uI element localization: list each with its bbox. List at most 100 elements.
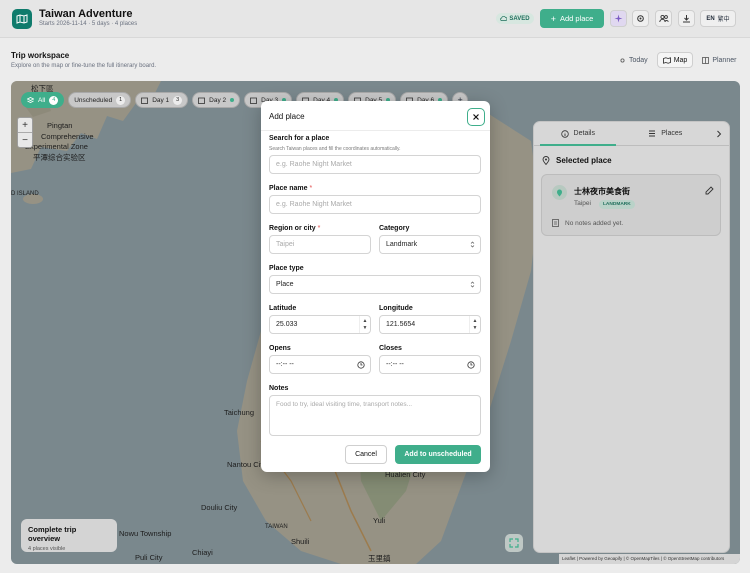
chip-label: Unscheduled — [74, 96, 113, 104]
overview-title: Complete trip overview — [28, 525, 77, 543]
map-label: Yuli — [373, 516, 386, 525]
place-city: Taipei — [574, 200, 591, 207]
tab-places-label: Places — [661, 130, 683, 137]
region-label: Region or city * — [269, 225, 320, 232]
chip-count: 1 — [116, 95, 126, 105]
layers-icon — [27, 96, 34, 103]
list-icon — [649, 130, 656, 137]
tab-planner-label: Planner — [712, 56, 737, 64]
sun-icon — [620, 57, 625, 63]
place-notes-text: No notes added yet. — [565, 219, 624, 227]
closes-label: Closes — [379, 345, 402, 352]
place-name-input[interactable]: e.g. Raohe Night Market — [269, 195, 481, 214]
closes-time-input[interactable]: --:-- -- — [379, 355, 481, 374]
cloud-icon — [500, 16, 508, 21]
chip-label: Day 2 — [209, 96, 227, 104]
add-place-label: Add place — [559, 14, 594, 23]
region-label-text: Region or city — [269, 225, 316, 232]
zoom-out-button[interactable]: − — [18, 133, 32, 148]
place-name-label: Place name * — [269, 185, 312, 192]
place-pin-icon — [552, 185, 567, 200]
chip-dot — [230, 98, 235, 102]
search-label: Search for a place — [269, 135, 330, 142]
download-icon — [683, 15, 690, 23]
map-label: 平潭综合实验区 — [33, 153, 86, 162]
trip-title: Taiwan Adventure — [39, 8, 133, 20]
note-icon — [552, 219, 559, 227]
close-icon — [473, 114, 479, 120]
map-attribution: Leaflet | Powered by Geoapify | © OpenMa… — [559, 554, 740, 564]
close-dialog-button[interactable] — [467, 108, 485, 126]
zoom-in-button[interactable]: + — [18, 118, 32, 133]
search-hint: Search Taiwan places and fill the coordi… — [269, 146, 401, 152]
chip-day-1[interactable]: Day 1 3 — [135, 92, 189, 108]
search-input[interactable]: e.g. Raohe Night Market — [269, 155, 481, 174]
chip-count: 4 — [49, 95, 59, 105]
clock-icon[interactable] — [357, 356, 365, 373]
place-name: 士林夜市美食街 — [574, 187, 630, 196]
trip-overview-card[interactable]: Complete trip overview 4 places visible — [21, 519, 117, 552]
calendar-icon — [198, 97, 206, 104]
place-type-select[interactable]: Place — [269, 275, 481, 294]
pin-icon — [542, 156, 550, 165]
notes-label: Notes — [269, 385, 289, 392]
tab-places[interactable]: Places — [622, 122, 710, 145]
select-arrows-icon — [470, 276, 475, 293]
latitude-input[interactable]: 25.033 ▲ ▼ — [269, 315, 371, 334]
info-icon — [560, 129, 569, 138]
edit-icon — [705, 186, 714, 195]
map-label: Douliu City — [201, 503, 238, 512]
tab-map[interactable]: Map — [656, 52, 694, 68]
add-to-unscheduled-button[interactable]: Add to unscheduled — [395, 445, 481, 464]
tab-today-label: Today — [629, 56, 648, 64]
step-down-icon: ▼ — [362, 325, 368, 331]
fit-bounds-button[interactable] — [505, 534, 523, 552]
saved-label: SAVED — [509, 15, 530, 22]
collapse-panel-button[interactable] — [709, 122, 729, 145]
place-name-label-text: Place name — [269, 185, 308, 192]
view-tabs: Today Map Planner — [614, 52, 741, 68]
chip-unscheduled[interactable]: Unscheduled 1 — [68, 92, 132, 108]
longitude-label: Longitude — [379, 305, 413, 312]
cancel-button[interactable]: Cancel — [345, 445, 387, 464]
tab-map-label: Map — [673, 56, 688, 64]
chip-day-2[interactable]: Day 2 — [192, 92, 241, 108]
overview-subtitle: 4 places visible — [28, 546, 66, 552]
language-toggle[interactable]: EN 繁中 — [700, 10, 736, 27]
category-select[interactable]: Landmark — [379, 235, 481, 254]
edit-place-button[interactable] — [705, 186, 714, 198]
latitude-stepper[interactable]: ▲ ▼ — [359, 316, 370, 333]
board-icon — [702, 56, 710, 64]
opens-time-input[interactable]: --:-- -- — [269, 355, 371, 374]
add-place-button[interactable]: + Add place — [540, 9, 604, 28]
chip-count: 3 — [173, 95, 183, 105]
dialog-title: Add place — [269, 112, 305, 121]
map-label: Nowu Township — [119, 529, 172, 538]
closes-time-value: --:-- -- — [386, 361, 404, 368]
notes-textarea[interactable]: Food to try, ideal visiting time, transp… — [269, 395, 481, 436]
trip-subtitle: Starts 2026-11-14 · 5 days · 4 places — [39, 21, 138, 27]
map-label: Experimental Zone — [25, 142, 88, 151]
lang-zh: 繁中 — [717, 17, 730, 23]
ai-sparkle-button[interactable] — [610, 10, 627, 27]
collaborators-button[interactable] — [655, 10, 672, 27]
download-button[interactable] — [678, 10, 695, 27]
clock-icon[interactable] — [467, 356, 475, 373]
tab-planner[interactable]: Planner — [697, 52, 741, 68]
region-input[interactable]: Taipei — [269, 235, 371, 254]
chip-all[interactable]: All 4 — [21, 92, 65, 108]
tab-today[interactable]: Today — [614, 52, 653, 68]
tab-details-label: Details — [573, 130, 595, 137]
selected-place-card[interactable]: 士林夜市美食街 Taipei LANDMARK No notes added y… — [541, 174, 721, 236]
workspace-title: Trip workspace — [11, 51, 70, 60]
saved-badge: SAVED — [496, 13, 534, 24]
longitude-stepper[interactable]: ▲ ▼ — [469, 316, 480, 333]
select-arrows-icon — [470, 236, 475, 253]
map-label: TAIWAN — [265, 524, 288, 530]
step-up-icon: ▲ — [472, 318, 478, 324]
tab-details[interactable]: Details — [534, 122, 622, 146]
settings-button[interactable] — [632, 10, 649, 27]
map-label: Pingtan — [47, 121, 73, 130]
step-down-icon: ▼ — [472, 325, 478, 331]
longitude-input[interactable]: 121.5654 ▲ ▼ — [379, 315, 481, 334]
